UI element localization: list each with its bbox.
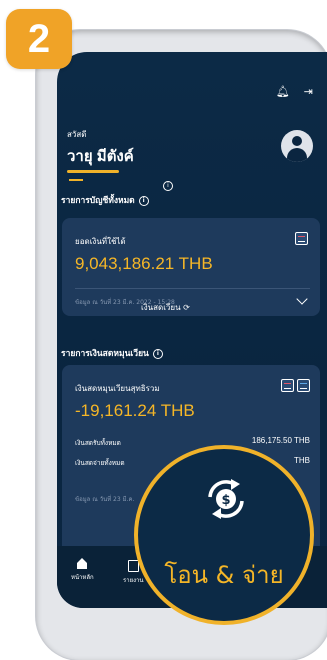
nav-home[interactable]: หน้าหลัก xyxy=(71,558,94,582)
chevron-down-icon[interactable] xyxy=(296,293,308,305)
info-icon[interactable]: i xyxy=(138,195,149,206)
card-label: ยอดเงินที่ใช้ได้ xyxy=(75,237,126,246)
accent-dash xyxy=(69,179,83,181)
info-icon[interactable]: i xyxy=(163,181,173,191)
nav-home-label: หน้าหลัก xyxy=(71,574,94,581)
logout-icon[interactable]: ⇥ xyxy=(304,86,313,98)
account-card-icon[interactable] xyxy=(281,379,294,392)
card-divider xyxy=(75,288,310,289)
greeting-text: สวัสดี xyxy=(67,130,87,139)
account-card-icon[interactable] xyxy=(295,232,308,245)
cash-out-label: เงินสดจ่ายทั้งหมด xyxy=(75,459,125,467)
revolving-section-title: รายการเงินสดหมุนเวียน i xyxy=(61,346,163,360)
bell-icon[interactable]: 🔔︎ xyxy=(276,86,290,98)
accounts-section-label: รายการบัญชีทั้งหมด xyxy=(61,196,135,206)
top-bar: 🔔︎ ⇥ xyxy=(276,86,313,98)
refresh-icon[interactable]: ⟳ xyxy=(183,303,190,312)
net-cash-amount: -19,161.24 THB xyxy=(75,401,195,420)
calendar-icon[interactable] xyxy=(297,379,310,392)
step-badge: 2 xyxy=(6,9,72,69)
transfer-pay-icon: $ xyxy=(208,479,244,519)
card-label: เงินสดหมุนเวียนสุทธิรวม xyxy=(75,384,160,393)
transfer-pay-highlight[interactable]: $ โอน & จ่าย xyxy=(134,445,314,625)
revolving-label-text: เงินสดเวียน xyxy=(141,303,181,312)
cash-in-value: 186,175.50 THB xyxy=(251,436,310,445)
avatar[interactable] xyxy=(281,130,313,162)
info-icon[interactable]: i xyxy=(152,348,163,359)
revolving-label: เงินสดเวียน ⟳ xyxy=(141,301,190,314)
user-name: วายุ มีตังค์ xyxy=(67,148,134,165)
svg-text:$: $ xyxy=(221,493,230,508)
step-number: 2 xyxy=(27,16,51,61)
transfer-pay-label: โอน & จ่าย xyxy=(164,561,284,589)
data-timestamp: ข้อมูล ณ วันที่ 23 มี.ค. xyxy=(75,496,135,503)
cash-in-label: เงินสดรับทั้งหมด xyxy=(75,439,121,447)
balance-amount: 9,043,186.21 THB xyxy=(75,254,213,273)
cash-out-value: THB xyxy=(294,456,310,465)
accounts-section-title: รายการบัญชีทั้งหมด i xyxy=(61,193,149,207)
home-icon xyxy=(77,558,88,569)
name-underline xyxy=(67,170,119,173)
available-balance-card[interactable]: ยอดเงินที่ใช้ได้ 9,043,186.21 THB ข้อมูล… xyxy=(62,218,320,316)
revolving-section-label: รายการเงินสดหมุนเวียน xyxy=(61,349,149,359)
